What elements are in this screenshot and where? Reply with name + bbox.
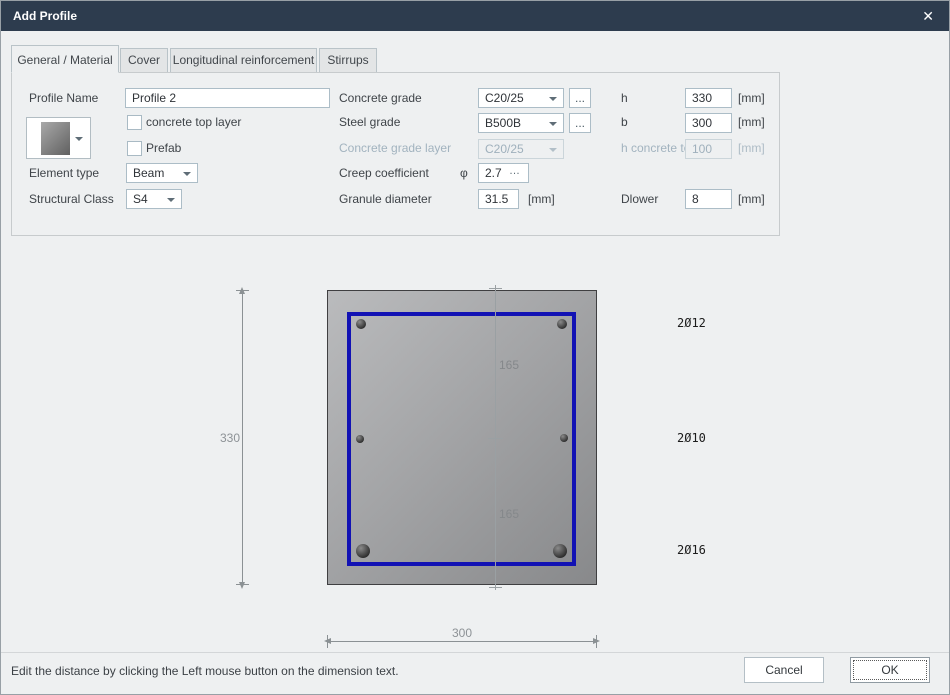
height-dimension-text[interactable]: 330 [213,431,240,445]
rebar-top-label: 2Ø12 [677,316,706,330]
concrete-top-layer-checkbox[interactable] [127,115,142,130]
concrete-grade-select[interactable]: C20/25 [478,88,564,108]
dim-arrow-left-icon [324,638,331,644]
tab-label: Cover [128,53,160,67]
dim-arrow-down-icon [239,582,245,589]
structural-class-value: S4 [133,192,148,206]
status-text: Edit the distance by clicking the Left m… [11,664,399,678]
chevron-down-icon [549,97,557,101]
concrete-grade-more-button[interactable]: ... [569,88,591,108]
element-type-value: Beam [133,166,164,180]
steel-grade-select[interactable]: B500B [478,113,564,133]
h-concrete-top-label: h concrete top [621,141,685,155]
height-dimension-line [242,290,243,585]
dim-arrow-up-icon [239,287,245,294]
rebar-middle-label: 2Ø10 [677,431,706,445]
concrete-top-layer-label: concrete top layer [146,115,241,129]
h-concrete-top-input [685,139,732,159]
rebar-dot [553,544,567,558]
creep-coefficient-label: Creep coefficient [339,166,429,180]
structural-class-select[interactable]: S4 [126,189,182,209]
granule-diameter-unit: [mm] [528,192,555,206]
dlower-label: Dlower [621,192,658,206]
tab-label: General / Material [17,53,112,67]
structural-class-label: Structural Class [29,192,114,206]
steel-grade-more-button[interactable]: ... [569,113,591,133]
h-concrete-top-unit: [mm] [738,141,765,155]
creep-more-icon[interactable]: … [509,165,521,177]
chevron-down-icon [75,137,83,141]
tab-label: Longitudinal reinforcement [173,53,314,67]
prefab-label: Prefab [146,141,181,155]
element-type-label: Element type [29,166,99,180]
concrete-grade-layer-value: C20/25 [485,142,524,156]
chevron-down-icon [549,122,557,126]
window-title: Add Profile [13,9,77,23]
chevron-down-icon [549,148,557,152]
steel-grade-label: Steel grade [339,115,400,129]
rebar-dot [557,319,567,329]
creep-coefficient-input[interactable] [478,163,529,183]
phi-symbol: φ [460,166,468,180]
granule-diameter-label: Granule diameter [339,192,432,206]
upper-half-dimension[interactable]: 165 [499,358,519,372]
rebar-dot [356,544,370,558]
tab-longitudinal-reinforcement[interactable]: Longitudinal reinforcement [170,48,317,73]
cancel-button[interactable]: Cancel [744,657,824,683]
close-icon[interactable]: ✕ [922,8,934,24]
rebar-dot [356,435,364,443]
hatch-swatch-icon [41,122,70,155]
tab-cover[interactable]: Cover [120,48,168,73]
concrete-grade-label: Concrete grade [339,91,422,105]
dim-arrow-right-icon [593,638,600,644]
concrete-grade-value: C20/25 [485,91,524,105]
ok-button[interactable]: OK [850,657,930,683]
h-label: h [621,91,628,105]
profile-name-label: Profile Name [29,91,98,105]
h-unit: [mm] [738,91,765,105]
element-type-select[interactable]: Beam [126,163,198,183]
centerline-tick-center [488,438,503,439]
lower-half-dimension[interactable]: 165 [499,507,519,521]
b-input[interactable] [685,113,732,133]
dlower-unit: [mm] [738,192,765,206]
granule-diameter-input[interactable] [478,189,519,209]
hatch-style-dropdown[interactable] [26,117,91,159]
width-dimension-text[interactable]: 300 [446,626,478,640]
h-input[interactable] [685,88,732,108]
title-bar: Add Profile ✕ [1,1,949,31]
b-label: b [621,115,628,129]
b-unit: [mm] [738,115,765,129]
steel-grade-value: B500B [485,116,521,130]
tab-general-material[interactable]: General / Material [11,45,119,73]
rebar-bottom-label: 2Ø16 [677,543,706,557]
dlower-input[interactable] [685,189,732,209]
chevron-down-icon [167,198,175,202]
tab-stirrups[interactable]: Stirrups [319,48,377,73]
stirrup-outline [347,312,576,566]
chevron-down-icon [183,172,191,176]
concrete-grade-layer-label: Concrete grade layer [339,141,451,155]
profile-name-input[interactable] [125,88,330,108]
centerline-tick-bottom [489,587,502,588]
rebar-dot [560,434,568,442]
add-profile-dialog: Add Profile ✕ General / Material Cover L… [0,0,950,695]
centerline-tick-top [489,288,502,289]
width-dimension-line [327,641,597,642]
prefab-checkbox[interactable] [127,141,142,156]
concrete-grade-layer-select: C20/25 [478,139,564,159]
statusbar-divider [1,652,949,653]
tab-label: Stirrups [327,53,368,67]
rebar-dot [356,319,366,329]
